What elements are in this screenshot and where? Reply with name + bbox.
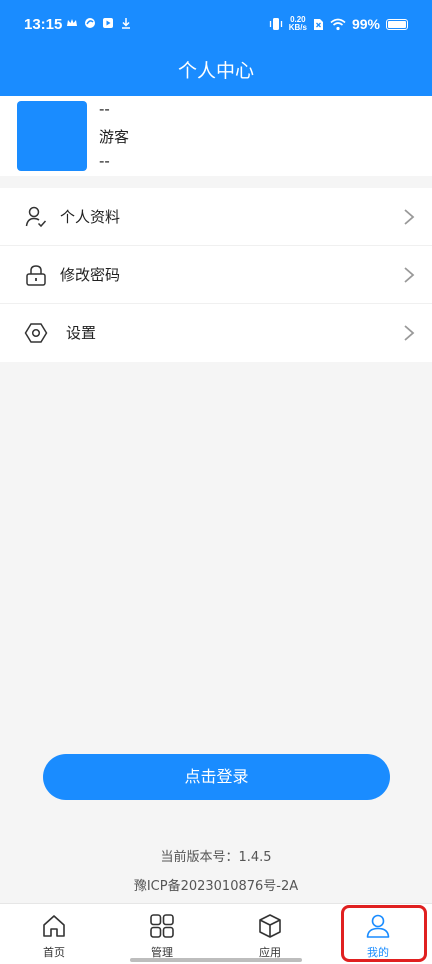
vibrate-icon	[269, 18, 282, 30]
profile-card[interactable]: -- 游客 --	[0, 96, 432, 176]
bottom-tab-bar: 首页 管理 应用 我的	[0, 903, 432, 964]
lock-icon	[26, 265, 46, 286]
sim-off-icon	[313, 18, 323, 30]
menu-item-change-password[interactable]: 修改密码	[0, 246, 432, 304]
app-circle-icon	[85, 18, 95, 28]
battery-fill	[388, 20, 406, 28]
menu-label-settings: 设置	[66, 324, 97, 342]
tab-label-mine: 我的	[367, 946, 389, 959]
network-speed: 0.20 KB/s	[289, 16, 307, 32]
tab-manage[interactable]: 管理	[108, 904, 216, 964]
home-icon	[43, 915, 65, 937]
wifi-icon	[330, 18, 346, 30]
status-bar: 13:15 0.20 KB/s 99%	[0, 0, 432, 52]
page-title: 个人中心	[177, 60, 254, 82]
status-right: 0.20 KB/s 99%	[269, 16, 408, 32]
box-icon	[259, 914, 281, 938]
user-icon	[366, 914, 390, 938]
profile-line-1: --	[99, 100, 110, 118]
app-header: 13:15 0.20 KB/s 99% 个人中心	[0, 0, 432, 96]
login-button[interactable]: 点击登录	[43, 754, 390, 800]
menu-label-profile: 个人资料	[60, 208, 121, 226]
chevron-right-icon	[404, 325, 415, 341]
menu-item-settings[interactable]: 设置	[0, 304, 432, 362]
media-icon	[103, 18, 113, 28]
home-indicator[interactable]	[130, 958, 302, 962]
profile-line-3: --	[99, 152, 110, 170]
net-speed-unit: KB/s	[288, 23, 307, 32]
tab-home[interactable]: 首页	[0, 904, 108, 964]
profile-username: 游客	[99, 128, 130, 146]
battery-percent: 99%	[351, 16, 380, 32]
menu-list: 个人资料 修改密码 设置	[0, 188, 432, 362]
grid-icon	[150, 914, 174, 938]
status-left-icons	[66, 17, 132, 29]
download-icon	[122, 18, 130, 29]
menu-label-change-password: 修改密码	[60, 266, 121, 284]
status-time: 13:15	[24, 16, 63, 33]
tab-mine[interactable]: 我的	[324, 904, 432, 964]
user-check-icon	[25, 206, 47, 228]
battery-icon	[386, 18, 408, 30]
tab-apps[interactable]: 应用	[216, 904, 324, 964]
avatar[interactable]	[17, 101, 87, 171]
chevron-right-icon	[404, 209, 415, 225]
hexagon-settings-icon	[24, 323, 48, 343]
icp-license-text[interactable]: 豫ICP备2023010876号-2A	[0, 875, 432, 894]
crown-icon	[67, 19, 77, 26]
version-text: 当前版本号：1.4.5	[160, 850, 272, 865]
chevron-right-icon	[404, 267, 415, 283]
tab-label-home: 首页	[43, 946, 65, 959]
menu-item-profile[interactable]: 个人资料	[0, 188, 432, 246]
